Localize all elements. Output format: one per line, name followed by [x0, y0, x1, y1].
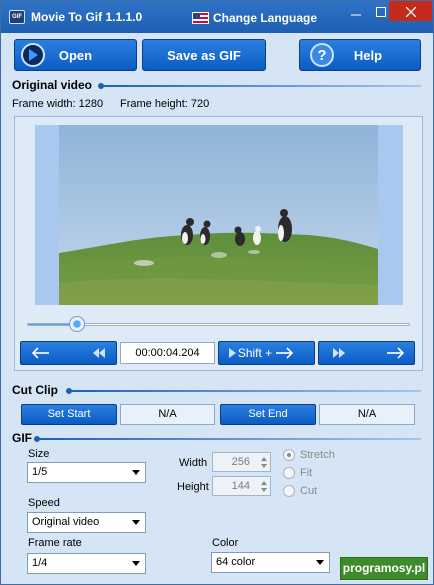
previous-frame-button[interactable] — [20, 341, 117, 365]
original-video-heading: Original video — [12, 78, 93, 92]
set-end-button[interactable]: Set End — [220, 404, 316, 425]
height-spinner[interactable]: 144 — [212, 476, 271, 496]
chevron-down-icon — [316, 560, 324, 565]
maximize-icon — [376, 7, 386, 17]
close-icon — [405, 7, 416, 17]
height-label: Height — [177, 481, 209, 493]
color-label: Color — [212, 537, 239, 549]
speed-select-value: Original video — [32, 516, 100, 528]
frame-rate-label: Frame rate — [28, 537, 82, 549]
set-start-button[interactable]: Set Start — [21, 404, 117, 425]
change-language-label: Change Language — [213, 11, 318, 25]
shift-forward-button[interactable]: Shift + — [218, 341, 315, 365]
chevron-down-icon — [132, 561, 140, 566]
shift-label: Shift + — [237, 346, 273, 360]
spin-down-icon[interactable] — [261, 464, 267, 468]
us-flag-icon — [192, 12, 209, 24]
play-icon — [21, 43, 45, 67]
open-button-label: Open — [58, 47, 93, 63]
video-frame-image — [59, 125, 378, 305]
next-frame-button[interactable] — [318, 341, 415, 365]
arrow-right-icon — [276, 347, 294, 359]
current-time-display: 00:00:04.204 — [120, 342, 215, 364]
spin-up-icon[interactable] — [261, 457, 267, 461]
end-value-display: N/A — [319, 404, 415, 425]
radio-dot — [283, 467, 295, 479]
arrow-left-icon — [31, 347, 105, 359]
chevron-down-icon — [132, 470, 140, 475]
title-bar[interactable]: GIF Movie To Gif 1.1.1.0 Change Language — [1, 1, 433, 33]
height-value: 144 — [231, 480, 250, 492]
save-as-gif-button[interactable]: Save as GIF — [142, 39, 266, 71]
radio-cut-label: Cut — [300, 485, 318, 497]
size-select-value: 1/5 — [32, 466, 48, 478]
width-value: 256 — [231, 456, 250, 468]
help-button-label: Help — [353, 47, 383, 63]
slider-thumb[interactable] — [68, 316, 85, 332]
radio-fit[interactable]: Fit — [283, 467, 312, 479]
fast-forward-icon — [333, 347, 405, 359]
chevron-down-icon — [132, 520, 140, 525]
change-language-button[interactable]: Change Language — [192, 9, 317, 27]
radio-fit-label: Fit — [300, 467, 313, 479]
gif-heading: GIF — [12, 431, 32, 445]
frame-height-text: Frame height: 720 — [120, 98, 210, 110]
app-title: Movie To Gif 1.1.1.0 — [31, 10, 143, 24]
help-button[interactable]: ? Help — [299, 39, 421, 71]
main-window: GIF Movie To Gif 1.1.1.0 Change Language… — [0, 0, 434, 585]
color-select-value: 64 color — [216, 556, 256, 568]
size-select[interactable]: 1/5 — [27, 462, 146, 483]
radio-cut[interactable]: Cut — [283, 485, 317, 497]
width-spinner[interactable]: 256 — [212, 452, 271, 472]
frame-width-text: Frame width: 1280 — [12, 98, 104, 110]
color-select[interactable]: 64 color — [211, 552, 330, 573]
frame-rate-select[interactable]: 1/4 — [27, 553, 146, 574]
app-icon: GIF — [9, 10, 25, 24]
start-value-display: N/A — [120, 404, 215, 425]
size-label: Size — [28, 448, 50, 460]
help-icon: ? — [310, 43, 334, 67]
open-button[interactable]: Open — [14, 39, 137, 71]
section-divider — [34, 436, 421, 442]
frame-rate-select-value: 1/4 — [32, 557, 48, 569]
radio-dot — [283, 449, 295, 461]
section-divider — [66, 388, 421, 394]
radio-stretch-label: Stretch — [300, 449, 335, 461]
video-panel: 00:00:04.204 Shift + — [14, 116, 423, 371]
minimize-icon — [351, 14, 361, 16]
radio-dot — [283, 485, 295, 497]
close-button[interactable] — [389, 1, 432, 21]
save-as-gif-label: Save as GIF — [167, 47, 241, 63]
spin-up-icon[interactable] — [261, 481, 267, 485]
section-divider — [98, 83, 421, 89]
speed-select[interactable]: Original video — [27, 512, 146, 533]
speed-label: Speed — [28, 497, 60, 509]
radio-stretch[interactable]: Stretch — [283, 449, 335, 461]
cut-clip-heading: Cut Clip — [12, 383, 58, 397]
video-preview — [35, 125, 403, 305]
play-small-icon — [229, 348, 236, 358]
width-label: Width — [179, 457, 208, 469]
watermark-logo: programosy.pl — [340, 557, 428, 580]
spin-down-icon[interactable] — [261, 488, 267, 492]
